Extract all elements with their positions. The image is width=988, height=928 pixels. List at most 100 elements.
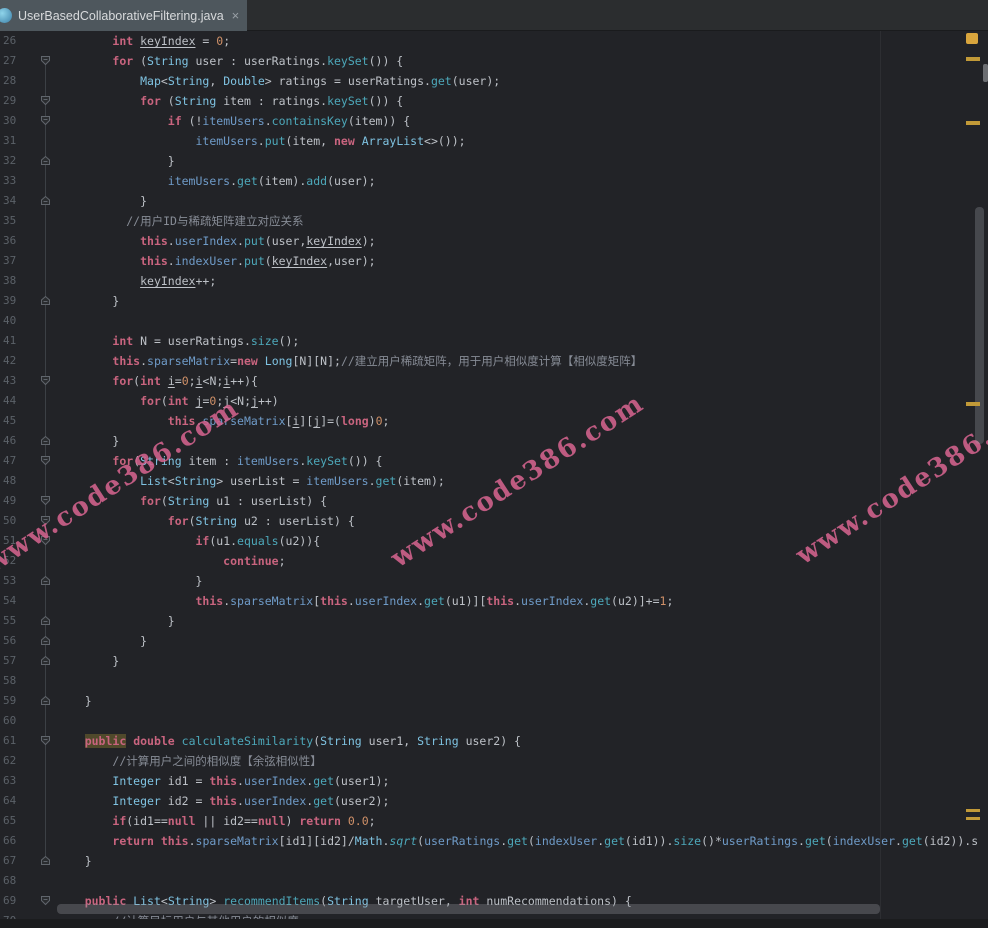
code-line[interactable]: for(int j=0;j<N;j++) — [57, 391, 279, 411]
line-number[interactable]: 27 — [3, 51, 29, 71]
line-number[interactable]: 52 — [3, 551, 29, 571]
line-number[interactable]: 28 — [3, 71, 29, 91]
code-line[interactable]: this.indexUser.put(keyIndex,user); — [57, 251, 376, 271]
fold-end-icon[interactable] — [40, 655, 51, 666]
code-line[interactable]: itemUsers.put(item, new ArrayList<>()); — [57, 131, 466, 151]
line-number[interactable]: 55 — [3, 611, 29, 631]
line-number[interactable]: 36 — [3, 231, 29, 251]
fold-end-icon[interactable] — [40, 635, 51, 646]
warning-stripe-mark[interactable] — [966, 402, 980, 406]
code-line[interactable]: if(u1.equals(u2)){ — [57, 531, 320, 551]
code-line[interactable]: itemUsers.get(item).add(user); — [57, 171, 376, 191]
code-line[interactable]: return this.sparseMatrix[id1][id2]/Math.… — [57, 831, 978, 851]
line-number[interactable]: 57 — [3, 651, 29, 671]
code-line[interactable]: } — [57, 611, 175, 631]
line-number[interactable]: 61 — [3, 731, 29, 751]
line-number[interactable]: 62 — [3, 751, 29, 771]
line-number[interactable]: 50 — [3, 511, 29, 531]
line-number[interactable]: 35 — [3, 211, 29, 231]
code-line[interactable]: for (String user : userRatings.keySet())… — [57, 51, 403, 71]
fold-end-icon[interactable] — [40, 155, 51, 166]
line-number[interactable]: 43 — [3, 371, 29, 391]
code-line[interactable]: } — [57, 631, 147, 651]
line-number[interactable]: 60 — [3, 711, 29, 731]
code-line[interactable]: Map<String, Double> ratings = userRating… — [57, 71, 500, 91]
tab-close-icon[interactable]: × — [232, 9, 240, 22]
fold-start-icon[interactable] — [40, 535, 51, 546]
code-line[interactable]: Integer id2 = this.userIndex.get(user2); — [57, 791, 389, 811]
line-number[interactable]: 47 — [3, 451, 29, 471]
code-line[interactable]: } — [57, 851, 92, 871]
line-number[interactable]: 33 — [3, 171, 29, 191]
code-line[interactable]: } — [57, 571, 202, 591]
fold-start-icon[interactable] — [40, 515, 51, 526]
code-line[interactable]: //计算用户之间的相似度【余弦相似性】 — [57, 751, 322, 771]
line-number[interactable]: 34 — [3, 191, 29, 211]
fold-start-icon[interactable] — [40, 895, 51, 906]
line-number[interactable]: 54 — [3, 591, 29, 611]
code-line[interactable]: for (String item : ratings.keySet()) { — [57, 91, 403, 111]
warning-stripe-mark[interactable] — [966, 57, 980, 61]
line-number[interactable]: 40 — [3, 311, 29, 331]
fold-end-icon[interactable] — [40, 575, 51, 586]
fold-start-icon[interactable] — [40, 115, 51, 126]
code-editor[interactable]: 26 int keyIndex = 0;27 for (String user … — [0, 31, 988, 928]
line-number[interactable]: 64 — [3, 791, 29, 811]
warning-stripe-mark[interactable] — [966, 121, 980, 125]
inspections-widget[interactable] — [966, 33, 978, 44]
code-line[interactable]: if (!itemUsers.containsKey(item)) { — [57, 111, 410, 131]
code-line[interactable]: for(String u2 : userList) { — [57, 511, 355, 531]
line-number[interactable]: 59 — [3, 691, 29, 711]
line-number[interactable]: 68 — [3, 871, 29, 891]
line-number[interactable]: 42 — [3, 351, 29, 371]
fold-end-icon[interactable] — [40, 615, 51, 626]
line-number[interactable]: 37 — [3, 251, 29, 271]
code-line[interactable]: } — [57, 191, 147, 211]
code-line[interactable]: } — [57, 651, 119, 671]
code-line[interactable]: for(String u1 : userList) { — [57, 491, 327, 511]
code-line[interactable]: } — [57, 431, 119, 451]
line-number[interactable]: 44 — [3, 391, 29, 411]
line-number[interactable]: 31 — [3, 131, 29, 151]
code-line[interactable]: continue; — [57, 551, 286, 571]
fold-start-icon[interactable] — [40, 735, 51, 746]
tab-userbasedcollaborativefiltering[interactable]: UserBasedCollaborativeFiltering.java × — [0, 0, 247, 31]
warning-stripe-mark[interactable] — [966, 809, 980, 812]
code-line[interactable]: //用户ID与稀疏矩阵建立对应关系 — [57, 211, 303, 231]
line-number[interactable]: 30 — [3, 111, 29, 131]
fold-start-icon[interactable] — [40, 375, 51, 386]
fold-end-icon[interactable] — [40, 855, 51, 866]
horizontal-scrollbar-thumb[interactable] — [57, 904, 880, 914]
code-line[interactable]: this.userIndex.put(user,keyIndex); — [57, 231, 376, 251]
code-line[interactable]: for(int i=0;i<N;i++){ — [57, 371, 258, 391]
line-number[interactable]: 69 — [3, 891, 29, 911]
code-line[interactable]: keyIndex++; — [57, 271, 216, 291]
line-number[interactable]: 26 — [3, 31, 29, 51]
code-line[interactable]: public double calculateSimilarity(String… — [57, 731, 521, 751]
line-number[interactable]: 63 — [3, 771, 29, 791]
line-number[interactable]: 41 — [3, 331, 29, 351]
fold-end-icon[interactable] — [40, 695, 51, 706]
code-line[interactable]: for(String item : itemUsers.keySet()) { — [57, 451, 382, 471]
line-number[interactable]: 51 — [3, 531, 29, 551]
fold-end-icon[interactable] — [40, 435, 51, 446]
code-line[interactable]: Integer id1 = this.userIndex.get(user1); — [57, 771, 389, 791]
fold-start-icon[interactable] — [40, 455, 51, 466]
line-number[interactable]: 29 — [3, 91, 29, 111]
line-number[interactable]: 38 — [3, 271, 29, 291]
code-line[interactable]: this.sparseMatrix[this.userIndex.get(u1)… — [57, 591, 673, 611]
line-number[interactable]: 58 — [3, 671, 29, 691]
line-number[interactable]: 39 — [3, 291, 29, 311]
fold-start-icon[interactable] — [40, 55, 51, 66]
fold-start-icon[interactable] — [40, 95, 51, 106]
line-number[interactable]: 32 — [3, 151, 29, 171]
code-line[interactable]: } — [57, 691, 92, 711]
code-line[interactable]: this.sparseMatrix=new Long[N][N];//建立用户稀… — [57, 351, 642, 371]
line-number[interactable]: 48 — [3, 471, 29, 491]
vertical-scrollbar-thumb[interactable] — [975, 207, 984, 444]
line-number[interactable]: 45 — [3, 411, 29, 431]
line-number[interactable]: 53 — [3, 571, 29, 591]
line-number[interactable]: 66 — [3, 831, 29, 851]
line-number[interactable]: 56 — [3, 631, 29, 651]
scrollbar-fragment[interactable] — [983, 64, 988, 82]
